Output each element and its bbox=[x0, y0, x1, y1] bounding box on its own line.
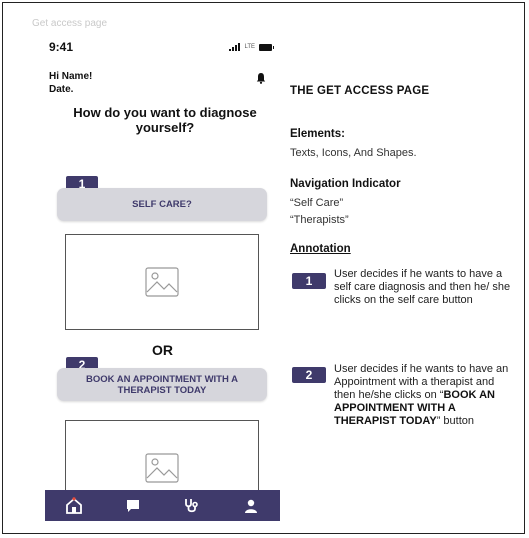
phone-mockup: 9:41 LTE Hi Name! Date. How do you want … bbox=[45, 35, 280, 521]
greeting-date: Date. bbox=[49, 84, 74, 95]
annotation-heading: Annotation bbox=[290, 243, 351, 255]
note-text-2: User decides if he wants to have an Appo… bbox=[334, 363, 514, 428]
tab-profile[interactable] bbox=[239, 495, 263, 517]
nav-item-therapists: “Therapists” bbox=[290, 214, 349, 226]
battery-icon bbox=[259, 43, 274, 51]
status-icons: LTE bbox=[229, 43, 274, 51]
note-badge-1: 1 bbox=[292, 273, 326, 289]
tab-therapists[interactable] bbox=[180, 495, 204, 517]
note-text-1: User decides if he wants to have a self … bbox=[334, 268, 511, 306]
book-therapist-button[interactable]: BOOK AN APPOINTMENT WITH A THERAPIST TOD… bbox=[57, 368, 267, 401]
bottom-tab-bar bbox=[45, 490, 280, 521]
tab-chat[interactable] bbox=[121, 495, 145, 517]
tab-home[interactable] bbox=[62, 495, 86, 517]
panel-title: THE GET ACCESS PAGE bbox=[290, 85, 430, 97]
chat-icon bbox=[127, 499, 140, 512]
self-care-button[interactable]: SELF CARE? bbox=[57, 188, 267, 221]
or-divider: OR bbox=[152, 342, 173, 358]
book-therapist-label: BOOK AN APPOINTMENT WITH A THERAPIST TOD… bbox=[86, 373, 238, 396]
greeting-name: Hi Name! bbox=[49, 71, 93, 82]
status-time: 9:41 bbox=[49, 40, 74, 54]
lte-label: LTE bbox=[244, 44, 255, 50]
image-icon bbox=[145, 267, 179, 297]
nav-item-self-care: “Self Care” bbox=[290, 197, 344, 209]
nav-heading: Navigation Indicator bbox=[290, 178, 401, 190]
image-placeholder-1 bbox=[65, 234, 259, 330]
note-text-2-end: ” button bbox=[436, 415, 474, 427]
status-bar: 9:41 LTE bbox=[45, 35, 280, 59]
elements-text: Texts, Icons, And Shapes. bbox=[290, 147, 417, 159]
stethoscope-icon bbox=[184, 498, 198, 512]
page-label: Get access page bbox=[32, 18, 108, 29]
elements-heading: Elements: bbox=[290, 128, 345, 140]
image-icon bbox=[145, 453, 179, 483]
bell-icon[interactable] bbox=[255, 72, 267, 84]
greeting: Hi Name! Date. bbox=[49, 70, 92, 96]
profile-icon bbox=[244, 499, 257, 513]
signal-icon bbox=[229, 43, 241, 51]
diagnose-question: How do you want to diagnose yourself? bbox=[73, 105, 257, 135]
home-icon bbox=[66, 496, 83, 514]
note-badge-2: 2 bbox=[292, 367, 326, 383]
